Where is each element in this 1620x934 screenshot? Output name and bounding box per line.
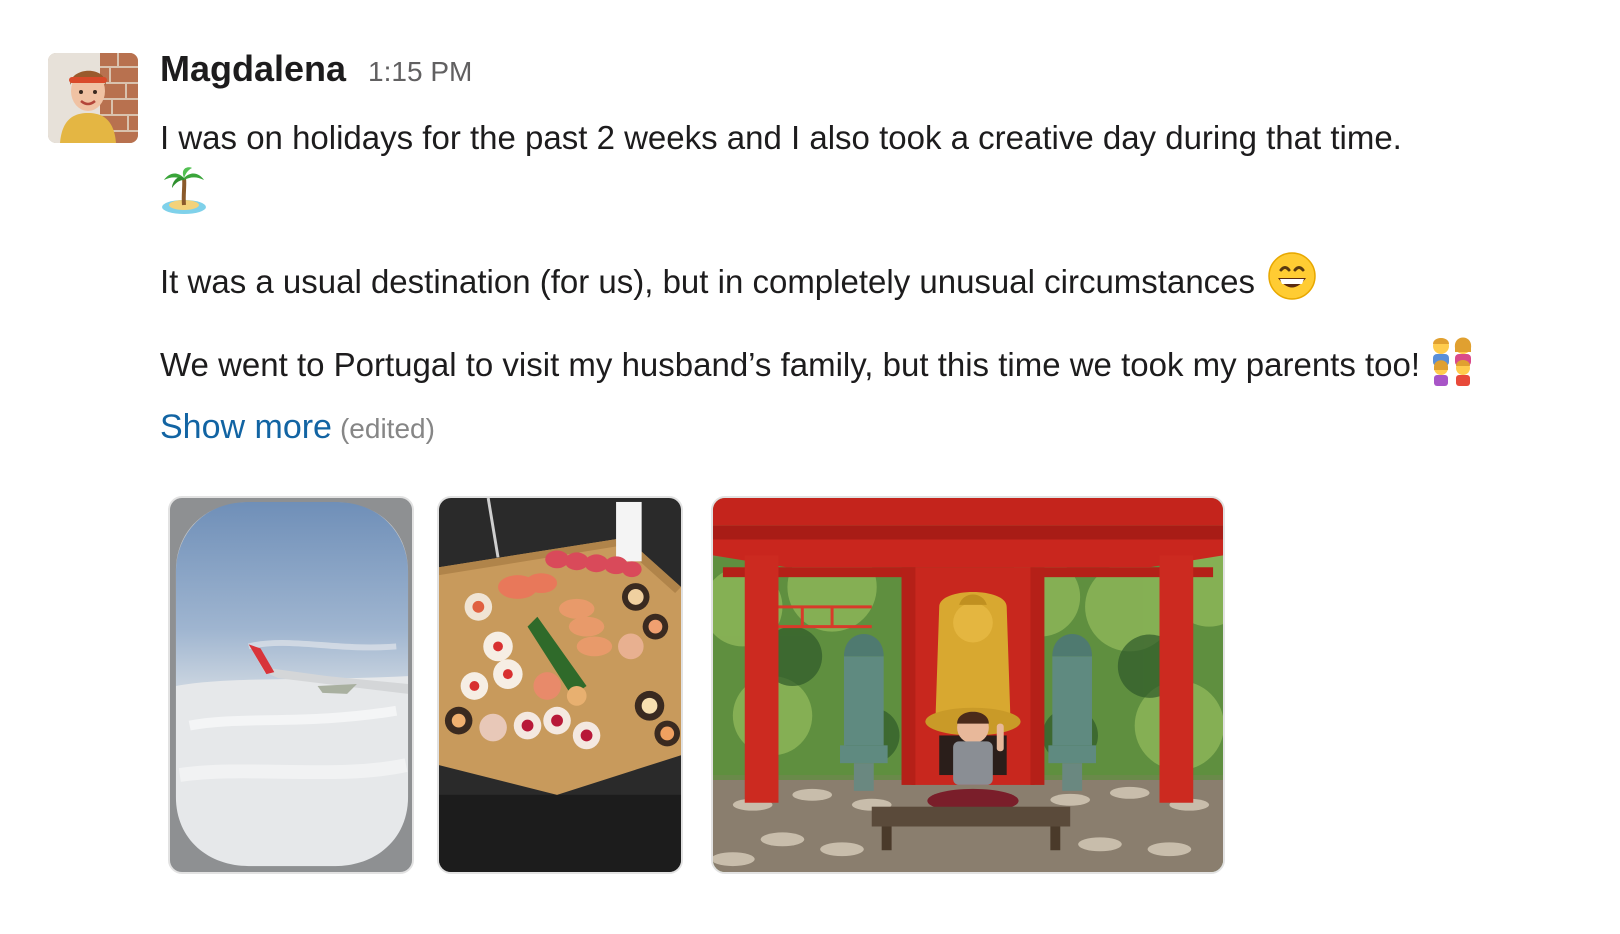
- message-paragraph: We went to Portugal to visit my husband’…: [160, 336, 1500, 401]
- paragraph-text: It was a usual destination (for us), but…: [160, 263, 1256, 300]
- airplane-window-photo[interactable]: [168, 496, 414, 874]
- message: Magdalena 1:15 PM I was on holidays for …: [0, 0, 1620, 934]
- paragraph-text: I was on holidays for the past 2 weeks a…: [160, 119, 1402, 156]
- desert-island-icon: [160, 164, 208, 231]
- message-body: I was on holidays for the past 2 weeks a…: [160, 112, 1500, 455]
- edited-label: (edited): [339, 413, 435, 444]
- show-more-row: Show more (edited): [160, 401, 1500, 455]
- author-name[interactable]: Magdalena: [160, 48, 346, 90]
- buddha-pagoda-photo[interactable]: [711, 496, 1225, 874]
- family-icon: [1426, 336, 1478, 401]
- message-paragraph: I was on holidays for the past 2 weeks a…: [160, 112, 1500, 231]
- message-header: Magdalena 1:15 PM: [160, 48, 472, 98]
- show-more-link[interactable]: Show more: [160, 408, 332, 446]
- timestamp[interactable]: 1:15 PM: [368, 56, 472, 88]
- sushi-platter-photo[interactable]: [437, 496, 683, 874]
- paragraph-text: We went to Portugal to visit my husband’…: [160, 346, 1421, 383]
- message-paragraph: It was a usual destination (for us), but…: [160, 251, 1500, 316]
- avatar[interactable]: [48, 53, 138, 143]
- grinning-face-icon: [1267, 251, 1317, 316]
